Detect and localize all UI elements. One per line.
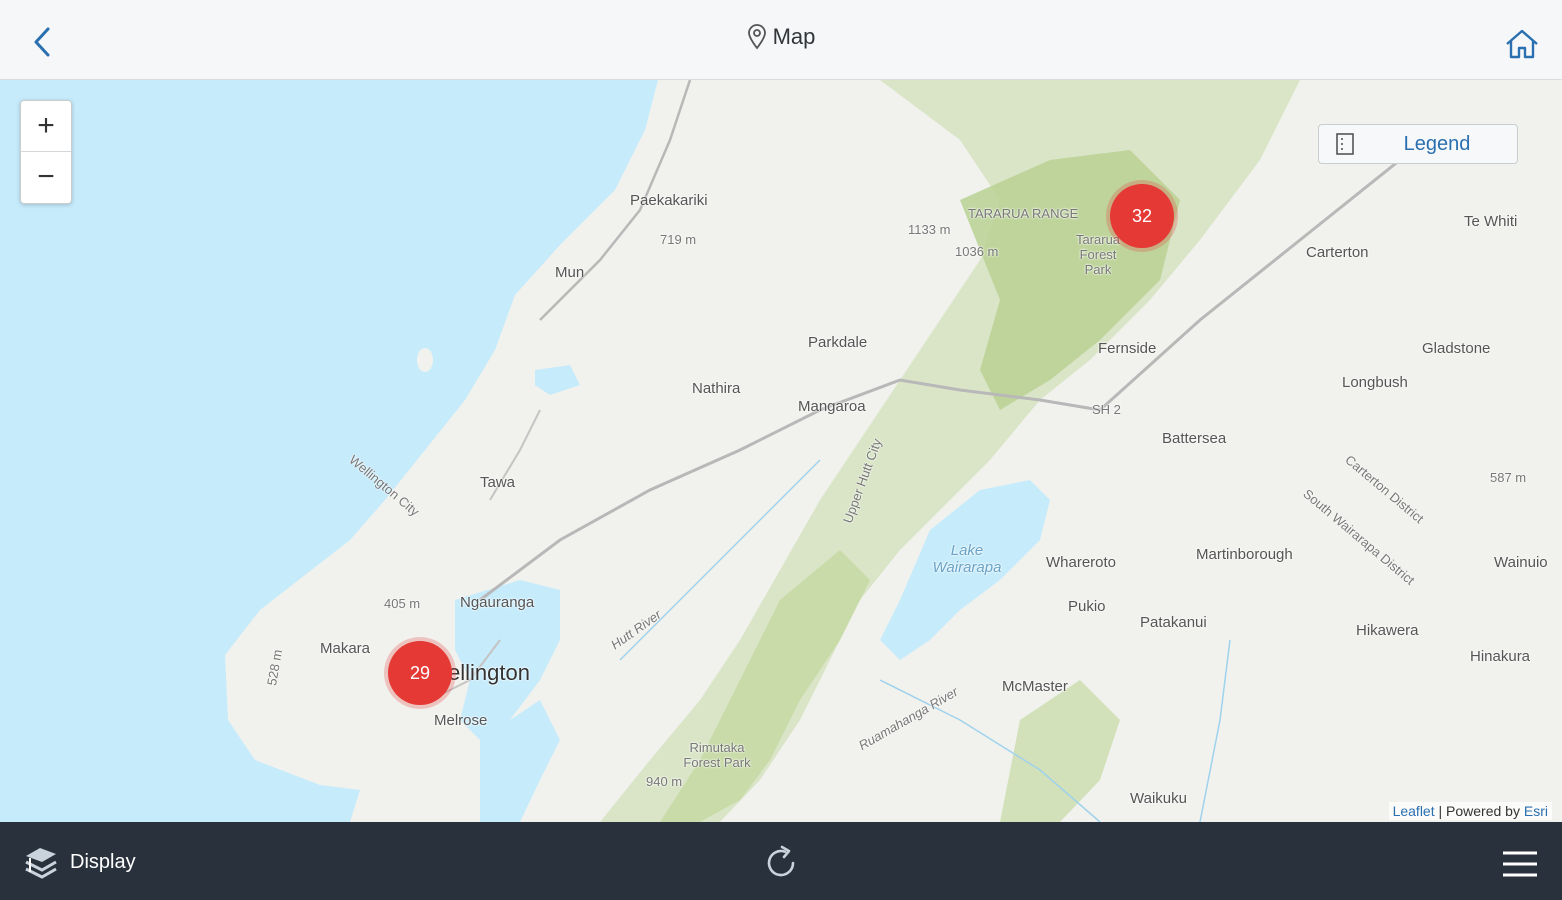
place-label: Mangaroa [798, 398, 866, 415]
place-label: Waikuku [1130, 790, 1187, 807]
home-icon [1506, 29, 1538, 59]
place-label: TARARUA RANGE [968, 206, 1079, 221]
place-label: Nathira [692, 380, 741, 397]
display-button[interactable]: Display [22, 842, 136, 882]
zoom-out-button[interactable]: − [21, 151, 71, 202]
refresh-button[interactable] [760, 842, 802, 884]
refresh-icon [767, 845, 795, 877]
place-label: Hikawera [1356, 622, 1419, 639]
place-label: Martinborough [1196, 546, 1293, 563]
home-button[interactable] [1500, 22, 1544, 66]
place-label: Melrose [434, 712, 488, 729]
marker-cluster[interactable]: 32 [1110, 184, 1174, 248]
place-label: Battersea [1162, 430, 1227, 447]
elevation-label: 940 m [646, 774, 683, 789]
place-label: Ngauranga [460, 594, 535, 611]
place-label: Fernside [1098, 340, 1157, 357]
place-label: Wainuio [1494, 554, 1548, 571]
elevation-label: 405 m [384, 596, 421, 611]
menu-button[interactable] [1498, 844, 1542, 884]
elevation-label: 587 m [1490, 470, 1527, 485]
elevation-label: 1036 m [955, 244, 999, 259]
header-bar: Map [0, 0, 1562, 80]
legend-label: Legend [1403, 132, 1471, 155]
place-label: Paekakariki [630, 192, 708, 209]
zoom-in-button[interactable]: + [21, 101, 71, 151]
zoom-control: + − [20, 100, 72, 204]
city-label: ellington [448, 660, 530, 685]
attribution-separator: | Powered by [1434, 803, 1524, 819]
map-pin-icon [747, 24, 766, 50]
place-label: Hinakura [1470, 648, 1531, 665]
place-label: Whareroto [1046, 554, 1117, 571]
list-icon [1333, 132, 1357, 156]
hamburger-menu-icon [1503, 851, 1537, 877]
place-label: Gladstone [1422, 340, 1491, 357]
place-label: Te Whiti [1464, 213, 1518, 230]
place-label: Makara [320, 640, 371, 657]
page-title-wrap: Map [0, 24, 1562, 50]
place-label: Parkdale [808, 334, 868, 351]
place-label: Tawa [480, 474, 516, 491]
place-label: Rimutaka Forest Park [683, 740, 751, 770]
footer-toolbar: Display [0, 822, 1562, 900]
leaflet-link[interactable]: Leaflet [1393, 803, 1435, 819]
place-label: Carterton [1306, 244, 1369, 261]
road-label: SH 2 [1092, 402, 1121, 417]
legend-button[interactable]: Legend [1318, 124, 1518, 164]
map-view[interactable]: Paekakariki 719 m Mun TARARUA RANGE 1133… [0, 80, 1562, 822]
place-label: Patakanui [1140, 614, 1207, 631]
place-label: McMaster [1002, 678, 1068, 695]
place-label: Pukio [1068, 598, 1106, 615]
esri-link[interactable]: Esri [1524, 803, 1548, 819]
elevation-label: 1133 m [908, 222, 951, 237]
map-basemap [0, 80, 1562, 822]
place-label: Longbush [1342, 374, 1408, 391]
elevation-label: 719 m [660, 232, 697, 247]
display-label: Display [70, 850, 136, 873]
app: Map Paekakariki 719 m Mun TARARUA RANGE … [0, 0, 1562, 900]
map-attribution: Leaflet | Powered by Esri [1388, 802, 1552, 820]
marker-cluster[interactable]: 29 [388, 641, 452, 705]
layers-icon [25, 848, 57, 879]
lake-label: Lake Wairarapa [932, 542, 1002, 576]
place-label: Mun [555, 264, 585, 281]
page-title: Map [772, 24, 816, 49]
